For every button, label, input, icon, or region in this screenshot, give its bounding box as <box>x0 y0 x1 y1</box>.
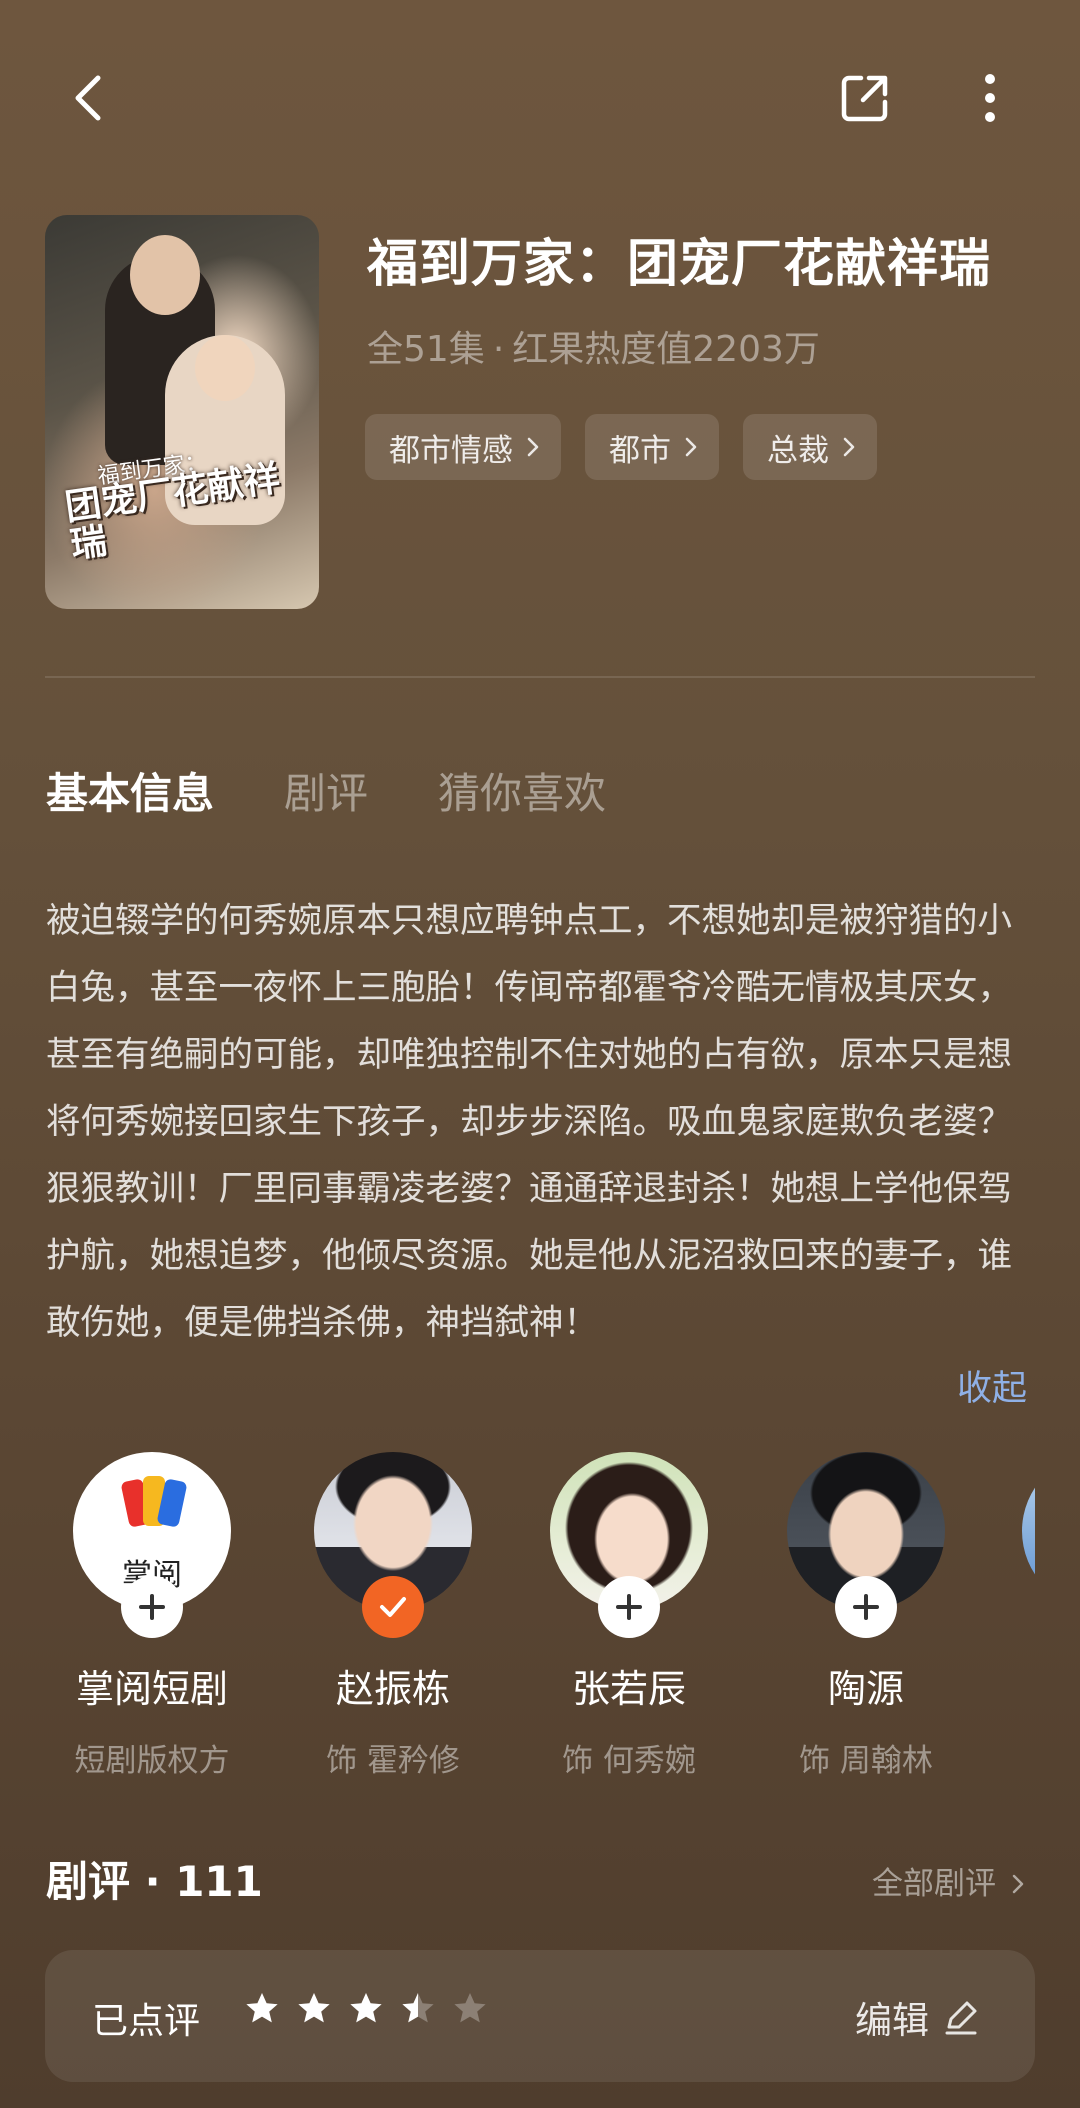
back-button[interactable] <box>52 62 124 134</box>
cast-role: 饰 周翰林 <box>799 1743 933 1779</box>
tag-chip[interactable]: 都市 <box>585 414 719 480</box>
chevron-right-icon <box>1012 1874 1024 1894</box>
more-vertical-icon <box>985 74 995 122</box>
tab-reviews[interactable]: 剧评 <box>284 760 368 821</box>
pencil-icon <box>945 2001 977 2035</box>
tab-recommendations[interactable]: 猜你喜欢 <box>438 760 606 821</box>
tag-label: 总裁 <box>767 432 829 469</box>
followed-button[interactable] <box>362 1576 424 1638</box>
share-button[interactable] <box>829 62 901 134</box>
chevron-right-icon <box>685 437 697 457</box>
poster-head-female <box>195 335 255 401</box>
all-reviews-label: 全部剧评 <box>872 1866 996 1902</box>
collapse-button[interactable]: 收起 <box>957 1360 1027 1411</box>
cast-item[interactable]: 陶源 饰 周翰林 <box>751 1452 981 1780</box>
cast-item-partial[interactable] <box>1022 1452 1035 1610</box>
meta-separator: · <box>492 329 505 370</box>
follow-button[interactable] <box>121 1576 183 1638</box>
tag-label: 都市情感 <box>389 432 513 469</box>
cast-name: 赵振栋 <box>335 1667 450 1711</box>
cast-role: 短剧版权方 <box>74 1743 230 1779</box>
edit-label: 编辑 <box>855 1999 929 2042</box>
cast-item[interactable]: 张若辰 饰 何秀婉 <box>514 1452 744 1780</box>
drama-meta: 全51集 · 红果热度值2203万 <box>367 320 820 372</box>
cast-name: 掌阅短剧 <box>75 1667 228 1711</box>
tag-chip[interactable]: 都市情感 <box>365 414 561 480</box>
star-icon[interactable] <box>296 1990 332 2026</box>
cast-name: 陶源 <box>827 1667 904 1711</box>
header-divider <box>45 676 1035 678</box>
tag-list: 都市情感 都市 总裁 <box>365 414 877 480</box>
share-icon <box>841 75 888 122</box>
cast-name: 张若辰 <box>571 1667 686 1711</box>
rating-stars[interactable] <box>244 1990 488 2026</box>
chevron-left-icon <box>75 75 101 121</box>
plus-icon <box>139 1594 165 1620</box>
star-icon[interactable] <box>400 1990 436 2026</box>
more-button[interactable] <box>954 62 1026 134</box>
poster-head-male <box>130 235 200 315</box>
reviews-title: 剧评 · 111 <box>46 1857 263 1906</box>
tab-bar: 基本信息 剧评 猜你喜欢 <box>46 760 606 821</box>
heat-value: 红果热度值2203万 <box>512 329 820 370</box>
star-icon[interactable] <box>452 1990 488 2026</box>
check-icon <box>380 1597 406 1617</box>
star-icon[interactable] <box>244 1990 280 2026</box>
drama-title: 福到万家：团宠厂花献祥瑞 <box>367 235 992 294</box>
all-reviews-link[interactable]: 全部剧评 <box>872 1858 1024 1903</box>
poster-image[interactable]: 福到万家： 团宠厂花献祥瑞 <box>45 215 319 609</box>
chevron-right-icon <box>527 437 539 457</box>
edit-review-button[interactable]: 编辑 <box>855 1990 979 2044</box>
synopsis-text: 被迫辍学的何秀婉原本只想应聘钟点工，不想她却是被狩猎的小白兔，甚至一夜怀上三胞胎… <box>46 901 1012 1343</box>
chevron-right-icon <box>843 437 855 457</box>
cast-item[interactable]: 掌阅 掌阅短剧 短剧版权方 <box>37 1452 267 1780</box>
tag-label: 都市 <box>609 432 671 469</box>
tag-chip[interactable]: 总裁 <box>743 414 877 480</box>
avatar <box>1022 1452 1035 1610</box>
follow-button[interactable] <box>835 1576 897 1638</box>
episode-count: 全51集 <box>367 329 485 370</box>
cast-role: 饰 何秀婉 <box>562 1743 696 1779</box>
rated-label: 已点评 <box>92 2001 201 2042</box>
cast-item[interactable]: 赵振栋 饰 霍矜修 <box>278 1452 508 1780</box>
tab-basic-info[interactable]: 基本信息 <box>46 760 214 821</box>
follow-button[interactable] <box>598 1576 660 1638</box>
plus-icon <box>853 1594 879 1620</box>
plus-icon <box>616 1594 642 1620</box>
cast-role: 饰 霍矜修 <box>326 1743 460 1779</box>
star-icon[interactable] <box>348 1990 384 2026</box>
